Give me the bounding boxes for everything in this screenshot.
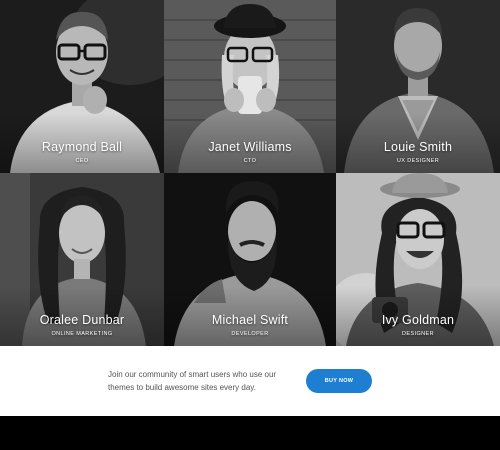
member-name: Raymond Ball (41, 140, 123, 154)
buy-now-button[interactable]: BUY NOW (306, 369, 372, 393)
member-caption: Ivy Goldman DESIGNER (336, 313, 500, 337)
footer-bar (0, 416, 500, 450)
member-role: DEVELOPER (231, 331, 269, 337)
member-role: UX DESIGNER (396, 158, 440, 164)
member-role: CEO (75, 158, 89, 164)
member-caption: Janet Williams CTO (164, 140, 336, 164)
member-name: Oralee Dunbar (39, 313, 125, 327)
member-name: Ivy Goldman (381, 313, 455, 327)
team-grid: Raymond Ball CEO Janet Williams CTO Loui… (0, 0, 500, 346)
member-caption: Michael Swift DEVELOPER (164, 313, 336, 337)
team-member-card[interactable]: Oralee Dunbar ONLINE MARKETING (0, 173, 164, 346)
member-name: Janet Williams (208, 140, 292, 154)
team-member-card[interactable]: Raymond Ball CEO (0, 0, 164, 173)
cta-text: Join our community of smart users who us… (108, 370, 277, 392)
member-caption: Oralee Dunbar ONLINE MARKETING (0, 313, 164, 337)
team-member-card[interactable]: Janet Williams CTO (164, 0, 336, 173)
member-name: Louie Smith (383, 140, 453, 154)
cta-banner: Join our community of smart users who us… (0, 346, 500, 416)
team-member-card[interactable]: Michael Swift DEVELOPER (164, 173, 336, 346)
member-role: CTO (243, 158, 257, 164)
member-caption: Raymond Ball CEO (0, 140, 164, 164)
member-caption: Louie Smith UX DESIGNER (336, 140, 500, 164)
member-name: Michael Swift (211, 313, 289, 327)
team-member-card[interactable]: Ivy Goldman DESIGNER (336, 173, 500, 346)
team-member-card[interactable]: Louie Smith UX DESIGNER (336, 0, 500, 173)
member-role: ONLINE MARKETING (51, 331, 113, 337)
member-role: DESIGNER (402, 331, 434, 337)
